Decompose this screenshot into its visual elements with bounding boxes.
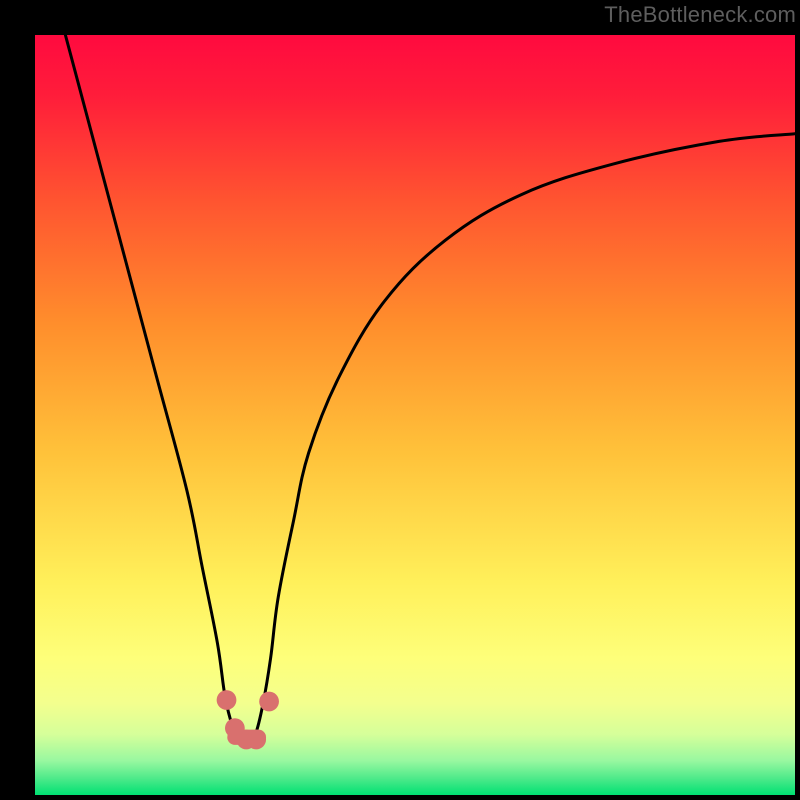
- marker-right-upper: [259, 692, 279, 712]
- watermark-text: TheBottleneck.com: [604, 2, 796, 28]
- marker-bottom-b: [246, 730, 266, 750]
- plot-area: [35, 35, 795, 795]
- chart-svg: [35, 35, 795, 795]
- chart-frame: TheBottleneck.com: [0, 0, 800, 800]
- marker-left-upper: [217, 690, 237, 710]
